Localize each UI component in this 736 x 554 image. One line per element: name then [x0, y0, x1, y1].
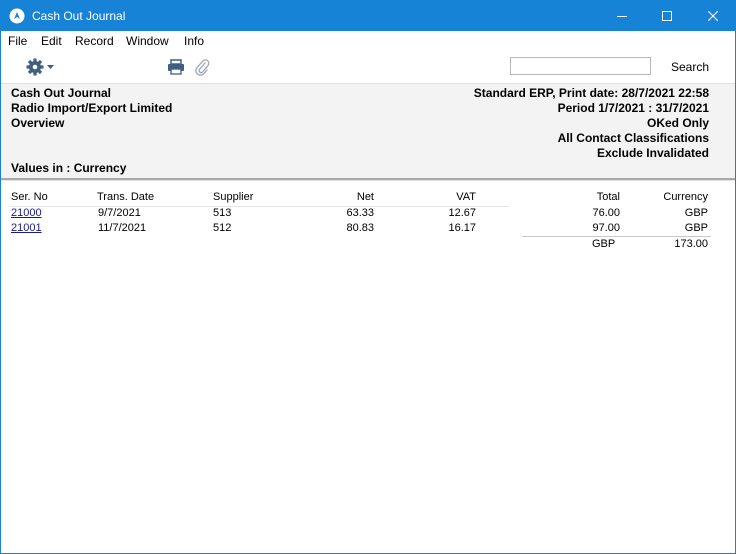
- menu-info[interactable]: Info: [184, 34, 204, 48]
- print-info: Standard ERP, Print date: 28/7/2021 22:5…: [473, 86, 709, 100]
- menu-bar: File Edit Record Window Info: [1, 31, 735, 52]
- currency-cell: GBP: [684, 222, 708, 234]
- maximize-button[interactable]: [644, 1, 690, 31]
- report-header: Cash Out Journal Radio Import/Export Lim…: [1, 83, 735, 178]
- col-header-trans-date: Trans. Date: [97, 191, 155, 203]
- minimize-icon: [617, 16, 627, 17]
- maximize-icon: [662, 11, 672, 21]
- column-header-divider: [9, 206, 509, 207]
- report-window: Cash Out Journal File Edit Record Window…: [0, 0, 736, 554]
- search-button[interactable]: Search: [671, 60, 709, 74]
- menu-window[interactable]: Window: [126, 34, 169, 48]
- company-name: Radio Import/Export Limited: [11, 101, 173, 115]
- col-header-supplier: Supplier: [213, 191, 254, 203]
- minimize-button[interactable]: [599, 1, 645, 31]
- filter-oked: OKed Only: [646, 116, 709, 130]
- supplier-cell: 513: [213, 207, 232, 219]
- app-logo-icon: [9, 8, 25, 24]
- filter-contacts: All Contact Classifications: [557, 131, 709, 145]
- total-cell: 97.00: [592, 222, 620, 234]
- search-input[interactable]: [510, 57, 651, 75]
- header-divider-shadow: [1, 180, 735, 181]
- grand-total: 173.00: [674, 238, 708, 250]
- net-cell: 63.33: [346, 207, 374, 219]
- col-header-currency: Currency: [663, 191, 708, 203]
- net-cell: 80.83: [346, 222, 374, 234]
- total-cell: 76.00: [592, 207, 620, 219]
- supplier-cell: 512: [213, 222, 232, 234]
- toolbar: Search: [1, 52, 735, 83]
- gear-icon[interactable]: [26, 58, 56, 76]
- window-title: Cash Out Journal: [32, 9, 126, 23]
- currency-cell: GBP: [684, 207, 708, 219]
- ser-no-link[interactable]: 21000: [11, 207, 42, 219]
- close-icon: [708, 11, 718, 21]
- report-period: Period 1/7/2021 : 31/7/2021: [557, 101, 709, 115]
- report-mode: Overview: [11, 116, 65, 130]
- vat-cell: 12.67: [448, 207, 476, 219]
- menu-file[interactable]: File: [8, 34, 27, 48]
- values-in-label: Values in : Currency: [11, 161, 127, 175]
- col-header-total: Total: [596, 191, 620, 203]
- printer-icon[interactable]: [167, 59, 185, 75]
- totals-currency: GBP: [592, 238, 616, 250]
- menu-record[interactable]: Record: [75, 34, 114, 48]
- col-header-vat: VAT: [456, 191, 476, 203]
- totals-divider: [522, 236, 711, 237]
- paperclip-icon[interactable]: [194, 58, 210, 76]
- col-header-net: Net: [356, 191, 374, 203]
- title-bar[interactable]: Cash Out Journal: [1, 1, 735, 31]
- trans-date-cell: 9/7/2021: [98, 207, 141, 219]
- report-title: Cash Out Journal: [11, 86, 112, 100]
- vat-cell: 16.17: [448, 222, 476, 234]
- close-button[interactable]: [690, 1, 736, 31]
- menu-edit[interactable]: Edit: [41, 34, 62, 48]
- ser-no-link[interactable]: 21001: [11, 222, 42, 234]
- filter-exclude: Exclude Invalidated: [596, 146, 709, 160]
- trans-date-cell: 11/7/2021: [98, 222, 147, 234]
- col-header-ser-no: Ser. No: [11, 191, 48, 203]
